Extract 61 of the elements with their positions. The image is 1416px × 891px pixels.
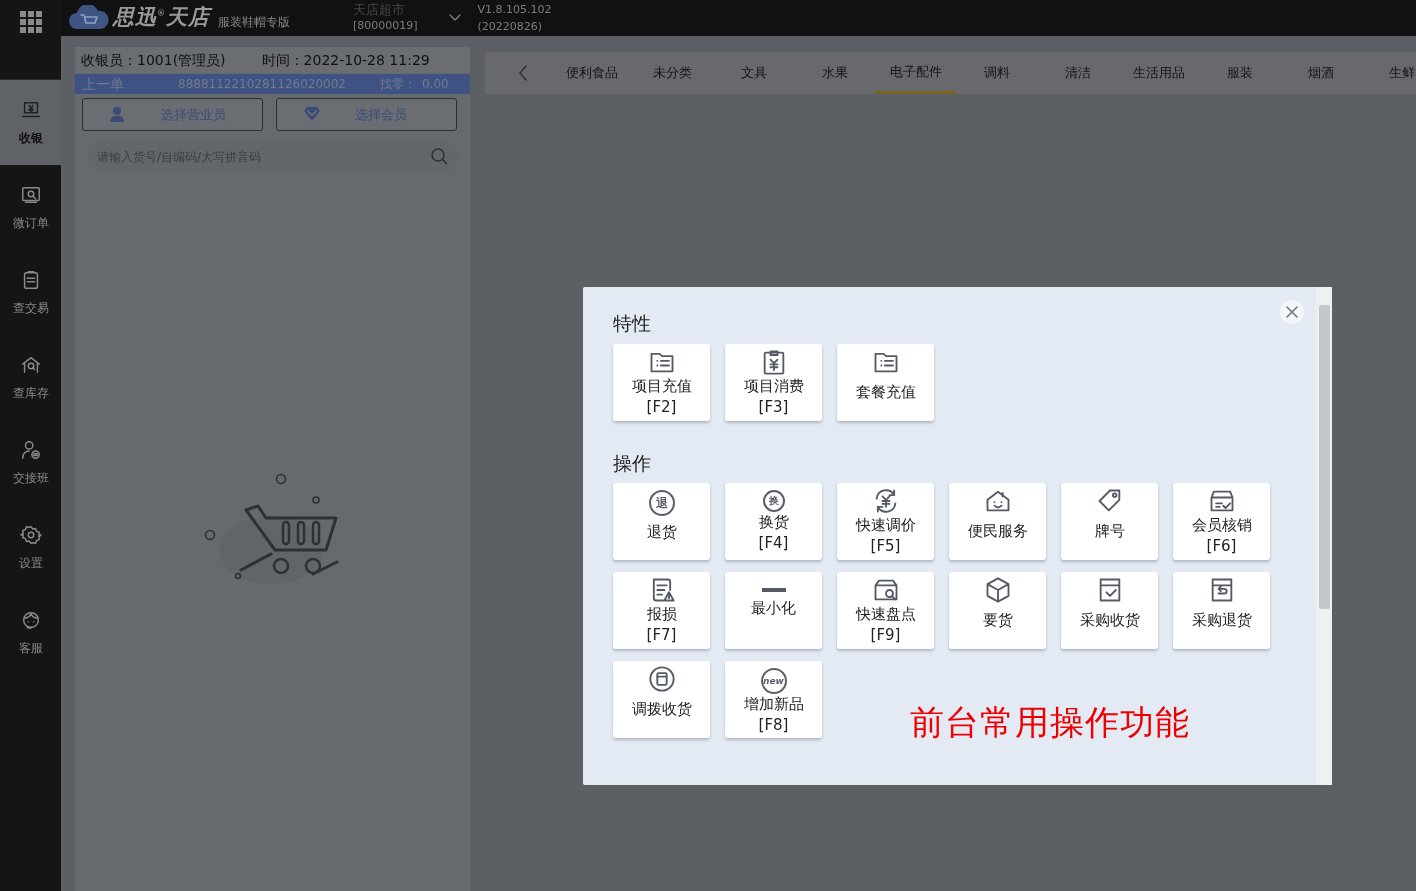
sidebar-item[interactable]: 查交易 [0,250,61,335]
time-label: 时间：2022-10-28 11:29 [261,50,430,70]
category-tab[interactable]: 生活用品 [1118,52,1199,94]
category-tab[interactable]: 调料 [956,52,1037,94]
sidebar-item[interactable]: 微订单 [0,165,61,250]
category-tab[interactable]: 文具 [713,52,794,94]
action-tile[interactable]: 便民服务 [949,483,1046,560]
section-title: 操作 [613,450,651,476]
sidebar-item[interactable]: 交接班 [0,420,61,505]
category-tab[interactable]: 便利食品 [551,52,632,94]
person-icon [109,106,127,123]
sidebar-item[interactable]: 客服 [0,590,61,675]
sidebar-item[interactable]: 查库存 [0,335,61,420]
cloud-cart-logo-icon [69,5,109,31]
action-tile[interactable]: 牌号 [1061,483,1158,560]
box-circle-icon [647,665,676,693]
action-tile[interactable]: 采购退货 [1173,572,1270,649]
category-tab[interactable]: 生鲜 [1361,52,1416,94]
close-icon [1286,306,1298,318]
action-tile[interactable]: 报损 [F7] [613,572,710,649]
apps-grid-icon[interactable] [19,11,42,33]
person-exchange-icon [19,438,42,461]
sidebar-item[interactable]: 设置 [0,505,61,590]
edition-label: 服装鞋帽专版 [218,14,290,31]
search-icon [430,147,448,165]
action-tile[interactable]: 快速盘点 [F9] [837,572,934,649]
action-tile[interactable]: 退 退货 [613,483,710,560]
action-tile[interactable]: 采购收货 [1061,572,1158,649]
scrollbar[interactable] [1316,287,1332,785]
category-tab[interactable]: 未分类 [632,52,713,94]
chevron-down-icon[interactable] [447,13,462,23]
action-tile[interactable]: 项目充值 [F2] [613,343,710,421]
cashier-label: 收银员：1001(管理员) [81,50,226,70]
chevron-left-icon[interactable] [517,64,529,82]
badge-icon: 退 [648,490,675,516]
sidebar-item[interactable]: 收银 [0,80,61,165]
category-tab[interactable]: 清洁 [1037,52,1118,94]
category-tab[interactable]: 烟酒 [1280,52,1361,94]
build-date: (20220826) [477,19,544,35]
store-code: [80000019] [353,18,418,34]
action-tile[interactable]: 快速调价 [F5] [837,483,934,560]
caption-text: 前台常用操作功能 [910,701,1190,744]
category-tab[interactable]: 水果 [794,52,875,94]
section-title: 特性 [613,311,651,336]
action-tile[interactable]: 要货 [949,572,1046,649]
settings-icon [19,523,42,546]
action-tile[interactable]: 项目消费 [F3] [725,343,822,421]
action-tile[interactable]: 套餐充值 [837,343,934,421]
version-text: V1.8.105.102 [477,2,552,18]
action-tile[interactable]: 调拨收货 [613,661,710,738]
action-tile[interactable]: 换 换货 [F4] [725,483,822,560]
badge-icon: 换 [762,490,785,512]
close-button[interactable] [1280,300,1304,324]
diamond-icon [303,106,321,123]
badge-icon: new [760,668,787,694]
action-tile[interactable]: 最小化 [725,572,822,649]
action-tile[interactable]: new 增加新品 [F8] [725,661,822,738]
minus-icon [761,588,786,592]
category-tab[interactable]: 电子配件 [875,52,956,94]
action-tile[interactable]: 会员核销 [F6] [1173,483,1270,560]
category-tab[interactable]: 服装 [1199,52,1280,94]
